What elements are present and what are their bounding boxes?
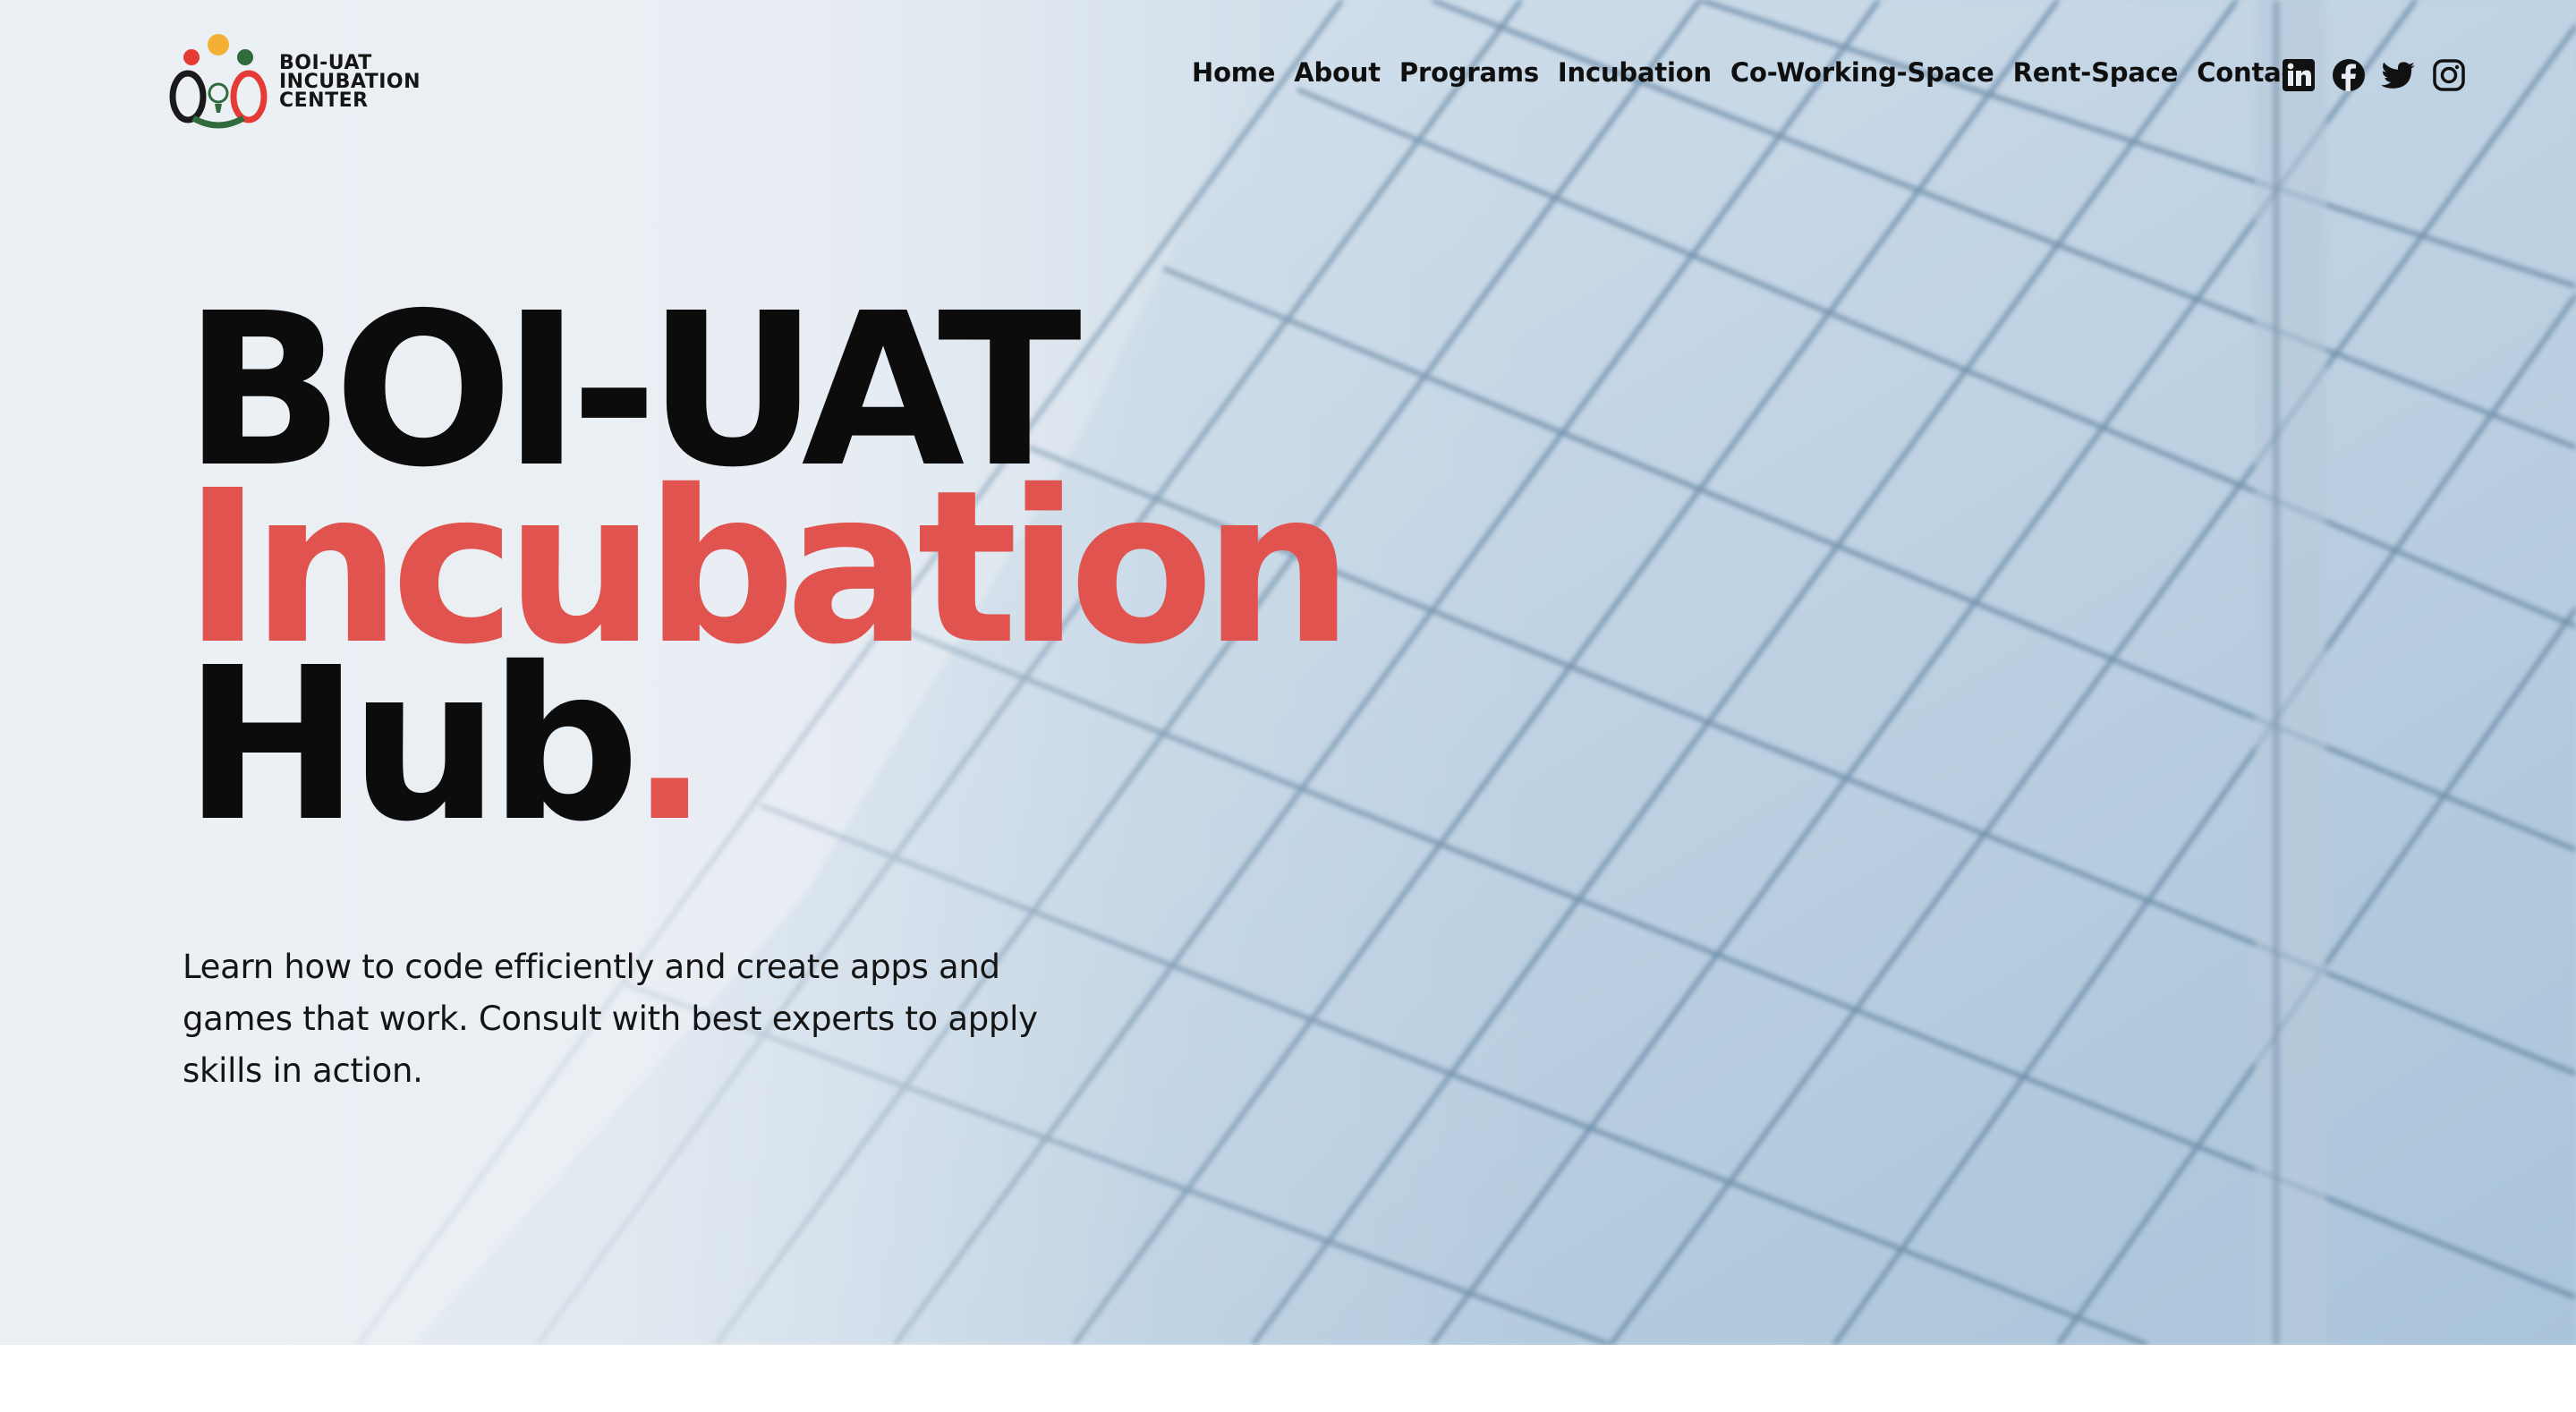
hero-title-dot: . [629, 622, 710, 868]
site-header: BOI-UAT INCUBATION CENTER Home About Pro… [0, 0, 2576, 157]
site-logo[interactable]: BOI-UAT INCUBATION CENTER [166, 32, 421, 131]
hero-section: BOI-UAT INCUBATION CENTER Home About Pro… [0, 0, 2576, 1345]
nav-item-incubation[interactable]: Incubation [1558, 57, 1712, 88]
main-nav: Home About Programs Incubation Co-Workin… [1192, 57, 2327, 88]
nav-item-about[interactable]: About [1294, 57, 1381, 88]
logo-line-1: BOI-UAT [279, 51, 372, 74]
hero-title-hub: Hub [183, 622, 640, 868]
hero-subtitle: Learn how to code efficiently and create… [183, 948, 1038, 1090]
logo-mark-icon [169, 34, 268, 129]
hero-title: BOI-UAT Incubation Hub. [183, 285, 1354, 851]
logo-line-3: CENTER [279, 89, 369, 112]
social-links [2281, 57, 2481, 93]
nav-item-home[interactable]: Home [1192, 57, 1275, 88]
linkedin-icon[interactable] [2281, 57, 2317, 93]
instagram-icon[interactable] [2431, 57, 2467, 93]
nav-item-co-working-space[interactable]: Co-Working-Space [1730, 57, 1994, 88]
logo-text: BOI-UAT INCUBATION CENTER [279, 51, 421, 112]
facebook-icon[interactable] [2331, 57, 2367, 93]
nav-item-rent-space[interactable]: Rent-Space [2013, 57, 2179, 88]
nav-item-programs[interactable]: Programs [1399, 57, 1539, 88]
twitter-icon[interactable] [2381, 57, 2417, 93]
logo-line-2: INCUBATION [279, 70, 421, 93]
